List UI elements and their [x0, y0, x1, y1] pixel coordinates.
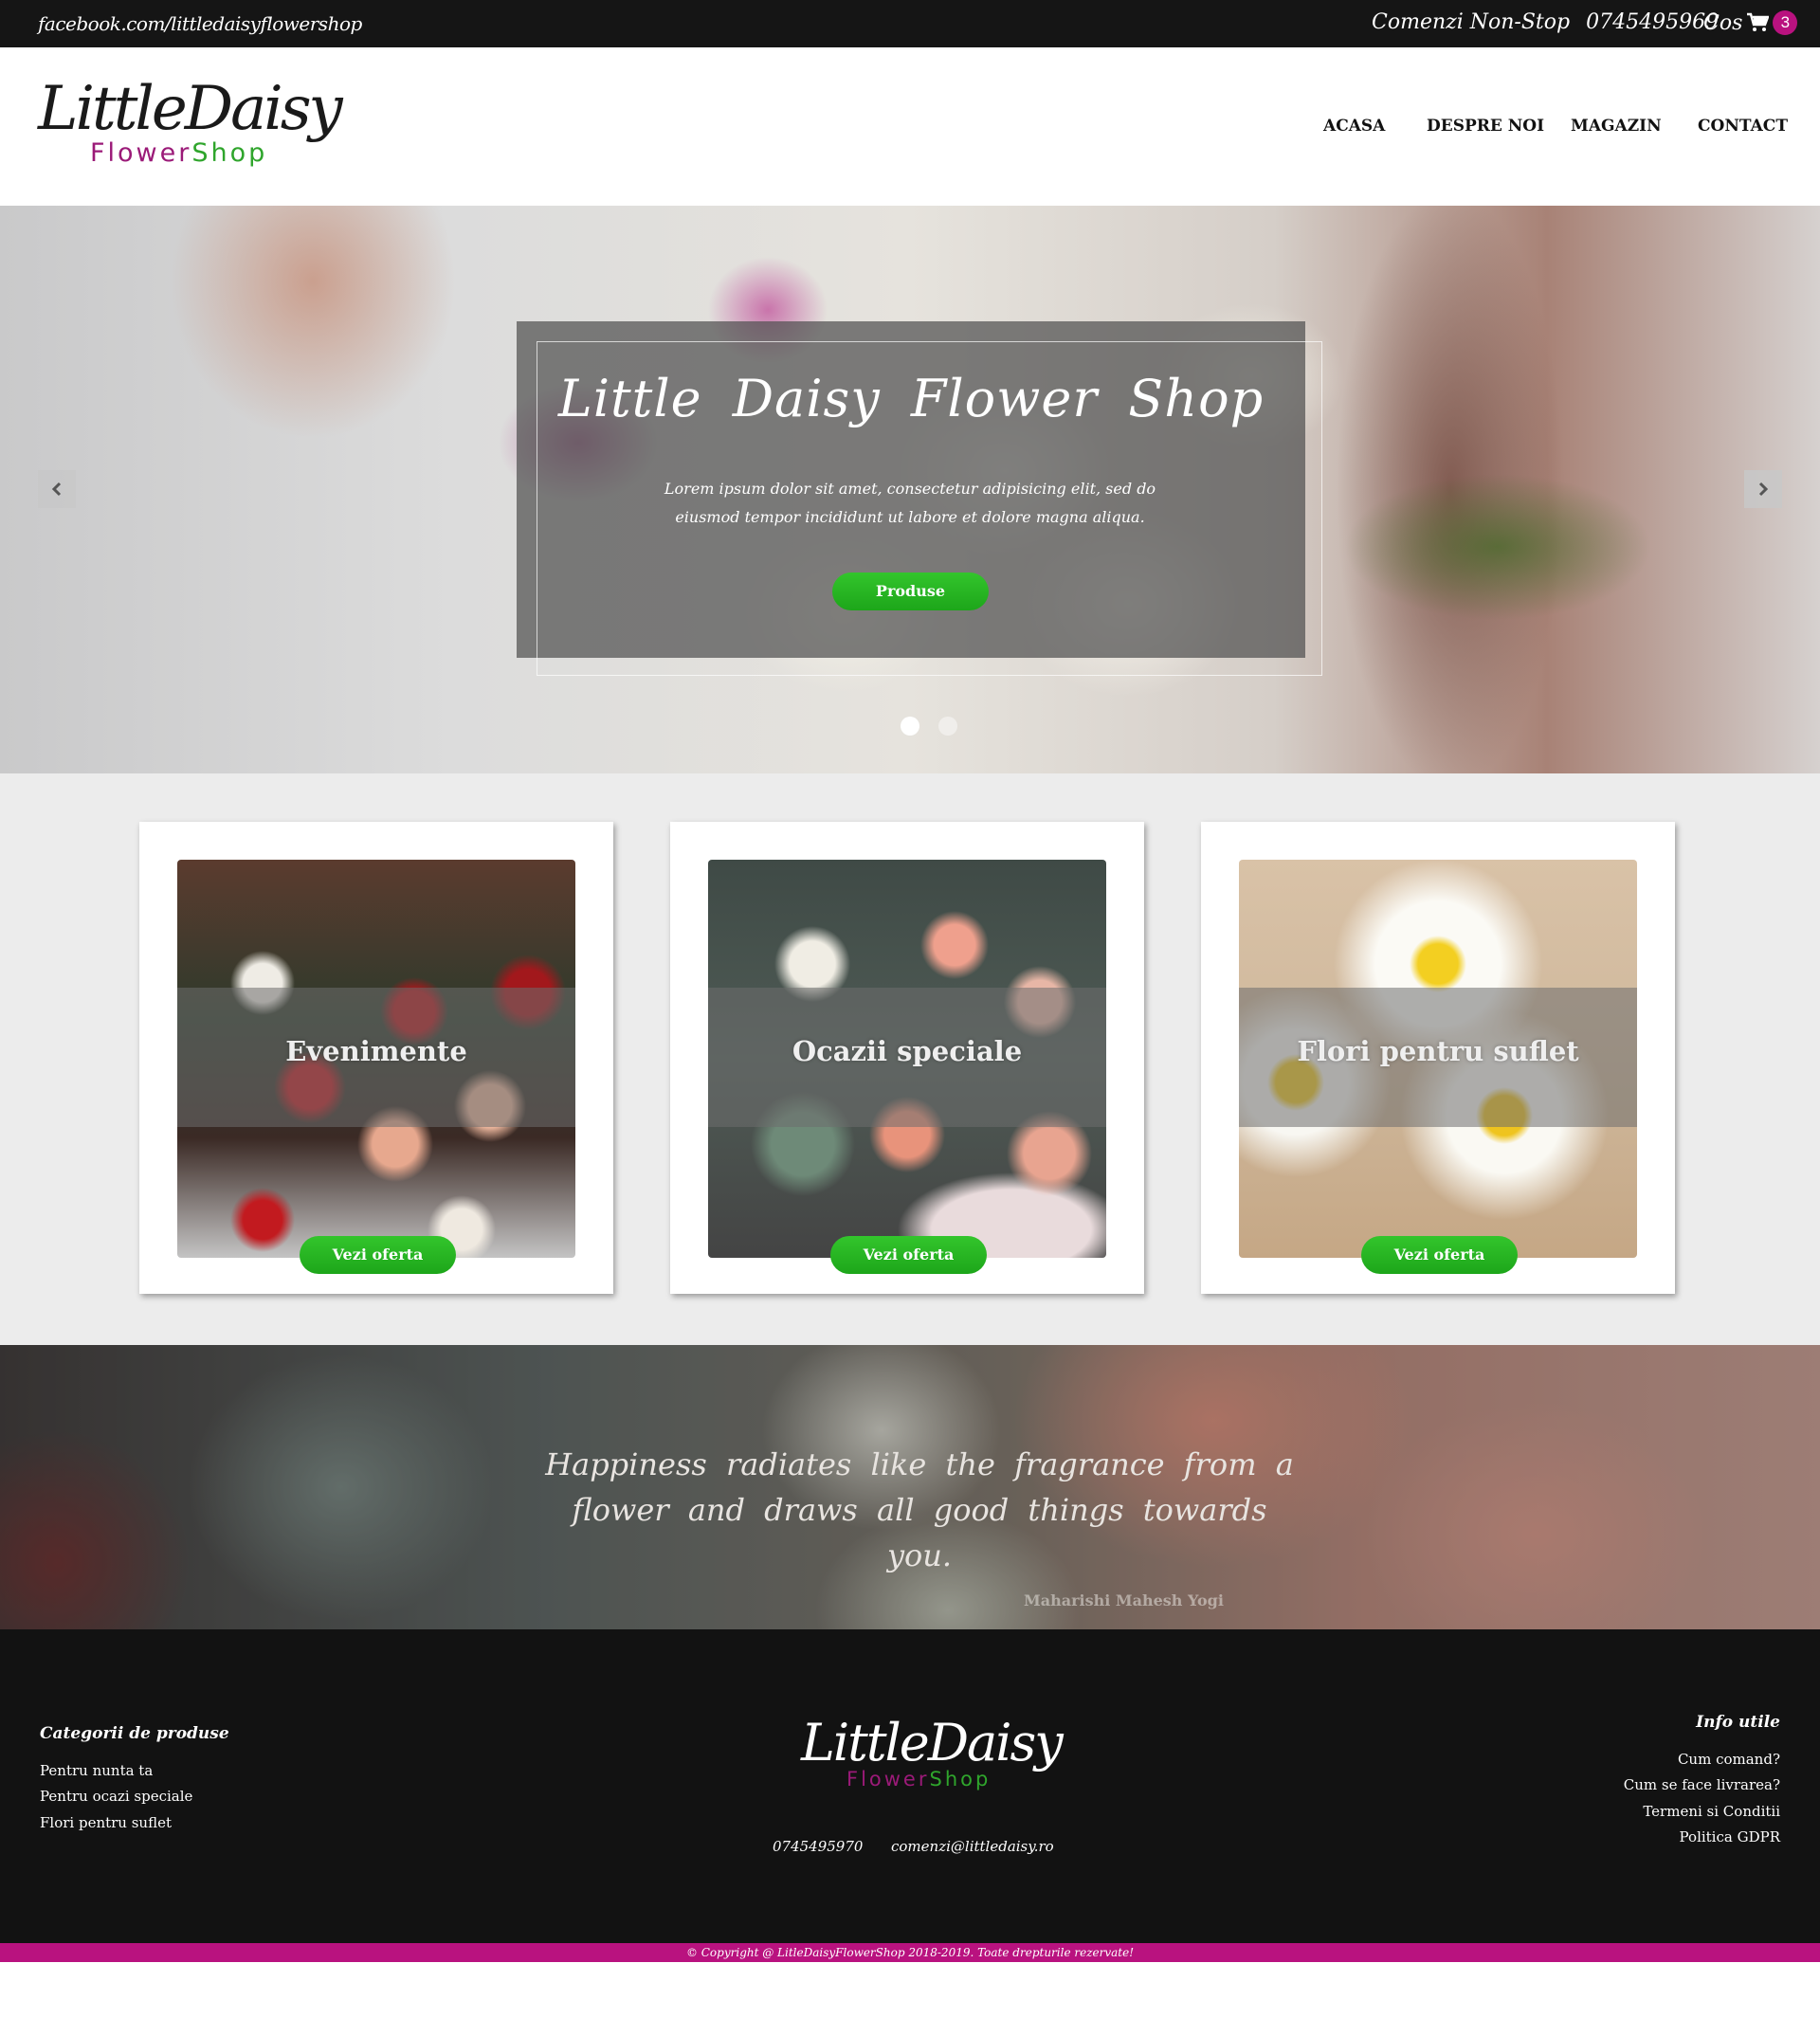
cart-label: Cos [1703, 10, 1743, 35]
footer-email[interactable]: comenzi@littledaisy.ro [891, 1838, 1054, 1855]
category-title: Evenimente [285, 1035, 467, 1067]
category-card-flori-pentru-suflet[interactable]: Flori pentru suflet Vezi oferta [1201, 822, 1675, 1294]
footer-link[interactable]: Pentru ocazi speciale [40, 1788, 192, 1805]
hero-slider: Little Daisy Flower Shop Lorem ipsum dol… [0, 206, 1820, 773]
nav-item-acasa[interactable]: ACASA [1323, 117, 1385, 136]
category-title: Flori pentru suflet [1297, 1035, 1579, 1067]
footer-logo-sub: FlowerShop [846, 1768, 992, 1791]
footer-logo[interactable]: LittleDaisy FlowerShop [801, 1713, 1064, 1800]
logo-sub-text: FlowerShop [90, 138, 268, 168]
site-footer: Categorii de produse Pentru nunta ta Pen… [0, 1629, 1820, 1943]
chevron-right-icon [1758, 482, 1769, 497]
slider-dot-1[interactable] [901, 717, 919, 736]
slider-prev-button[interactable] [38, 470, 76, 508]
footer-link[interactable]: Cum comand? [1678, 1751, 1780, 1768]
hero-text: Lorem ipsum dolor sit amet, consectetur … [664, 480, 1156, 526]
view-offer-button[interactable]: Vezi oferta [1361, 1236, 1518, 1274]
quote-section: Happiness radiates like the fragrance fr… [0, 1345, 1820, 1629]
footer-logo-main: LittleDaisy [801, 1713, 1064, 1772]
footer-phone[interactable]: 0745495970 [773, 1838, 863, 1855]
logo-main-text: LittleDaisy [38, 74, 343, 144]
slider-dot-2[interactable] [938, 717, 957, 736]
quote-author: Maharishi Mahesh Yogi [1024, 1591, 1224, 1609]
slider-next-button[interactable] [1744, 470, 1782, 508]
view-offer-button[interactable]: Vezi oferta [300, 1236, 456, 1274]
nav-item-contact[interactable]: CONTACT [1698, 117, 1788, 136]
footer-info-title: Info utile [1696, 1713, 1780, 1732]
footer-link[interactable]: Politica GDPR [1680, 1828, 1780, 1845]
orders-info: Comenzi Non-Stop 0745495969 [1372, 10, 1719, 34]
category-image: Evenimente [177, 860, 575, 1258]
hero-products-button[interactable]: Produse [832, 573, 989, 610]
orders-label: Comenzi Non-Stop [1372, 10, 1571, 34]
cart-button[interactable]: Cos 3 [1703, 10, 1798, 35]
category-image: Flori pentru suflet [1239, 860, 1637, 1258]
footer-link[interactable]: Termeni si Conditii [1643, 1803, 1780, 1820]
copyright-bar: © Copyright @ LitleDaisyFlowerShop 2018-… [0, 1943, 1820, 1962]
category-card-ocazii-speciale[interactable]: Ocazii speciale Vezi oferta [670, 822, 1144, 1294]
category-image: Ocazii speciale [708, 860, 1106, 1258]
footer-link[interactable]: Pentru nunta ta [40, 1762, 153, 1779]
footer-categories-title: Categorii de produse [40, 1724, 229, 1743]
cart-count-badge: 3 [1773, 10, 1798, 35]
chevron-left-icon [51, 482, 62, 497]
footer-link[interactable]: Flori pentru suflet [40, 1814, 172, 1831]
footer-link[interactable]: Cum se face livrarea? [1624, 1776, 1780, 1793]
view-offer-button[interactable]: Vezi oferta [830, 1236, 987, 1274]
top-bar: facebook.com/littledaisyflowershop Comen… [0, 0, 1820, 47]
categories-section: Evenimente Vezi oferta Ocazii speciale V… [0, 773, 1820, 1345]
hero-title: Little Daisy Flower Shop [557, 369, 1265, 428]
site-logo[interactable]: LittleDaisy FlowerShop [38, 74, 343, 171]
quote-text: Happiness radiates like the fragrance fr… [545, 1446, 1294, 1573]
nav-item-despre-noi[interactable]: DESPRE NOI [1427, 117, 1544, 136]
orders-phone[interactable]: 0745495969 [1586, 10, 1719, 34]
site-header: LittleDaisy FlowerShop ACASA DESPRE NOI … [0, 47, 1820, 206]
cart-icon [1747, 12, 1770, 31]
nav-item-magazin[interactable]: MAGAZIN [1571, 117, 1662, 136]
facebook-link[interactable]: facebook.com/littledaisyflowershop [38, 12, 362, 35]
category-card-evenimente[interactable]: Evenimente Vezi oferta [139, 822, 613, 1294]
category-title: Ocazii speciale [792, 1035, 1023, 1067]
